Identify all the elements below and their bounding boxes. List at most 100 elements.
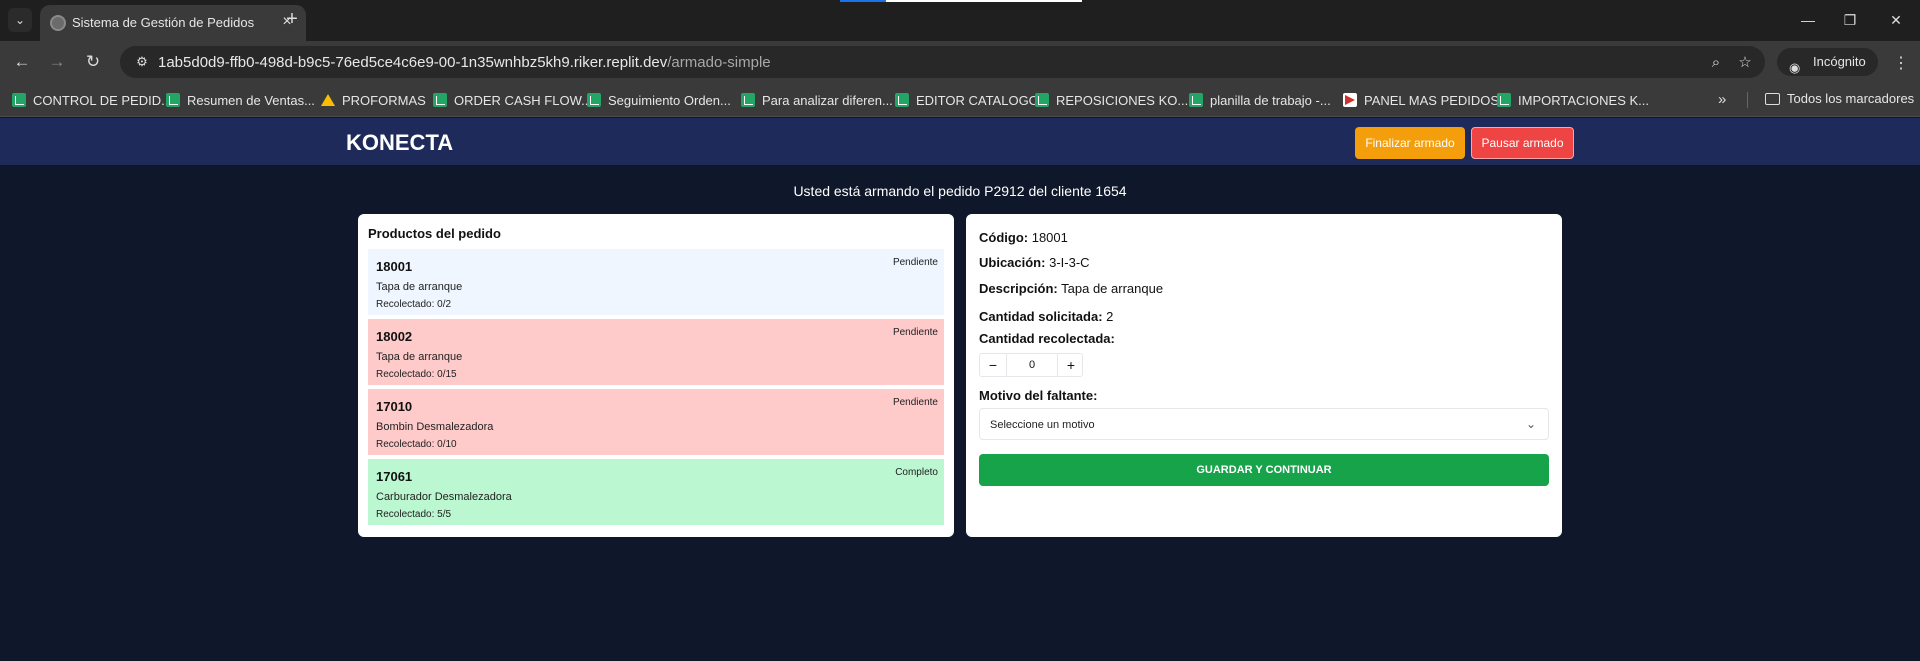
bookmark-label: EDITOR CATALOGO [916, 92, 1039, 108]
new-tab-icon[interactable]: + [282, 8, 302, 30]
sheets-icon [166, 93, 180, 107]
drive-icon [321, 94, 335, 106]
bookmark-label: PANEL MAS PEDIDOS [1364, 92, 1500, 108]
url-path: /armado-simple [667, 54, 771, 71]
location-field: Ubicación: 3-I-3-C [979, 255, 1090, 270]
product-description: Bombin Desmalezadora [376, 421, 494, 433]
app-header: KONECTA Finalizar armado Pausar armado [0, 118, 1920, 165]
description-value: Tapa de arranque [1061, 281, 1164, 296]
tab-search-icon[interactable]: ⌄ [8, 8, 32, 32]
product-item[interactable]: 17010 Bombin Desmalezadora Recolectado: … [368, 389, 944, 455]
browser-menu-icon[interactable]: ⋮ [1893, 53, 1909, 73]
product-item[interactable]: 18001 Tapa de arranque Recolectado: 0/2 … [368, 249, 944, 315]
product-status: Pendiente [892, 397, 938, 408]
close-window-icon[interactable]: ✕ [1884, 8, 1908, 32]
order-notice: Usted está armando el pedido P2912 del c… [793, 183, 1127, 199]
product-code: 18001 [376, 259, 413, 274]
bookmark-item[interactable]: PANEL MAS PEDIDOS [1343, 91, 1499, 109]
product-status: Completo [895, 467, 938, 478]
back-icon[interactable]: ← [11, 51, 33, 73]
sheets-icon [587, 93, 601, 107]
browser-toolbar: ← → ↻ ⚙ 1ab5d0d9-ffb0-498d-b9c5-76ed5ce4… [0, 41, 1920, 83]
reason-select-value: Seleccione un motivo [990, 419, 1095, 431]
globe-icon [50, 15, 66, 31]
brand-logo: KONECTA [346, 130, 454, 155]
bookmark-item[interactable]: Seguimiento Orden... [587, 91, 731, 109]
panel-icon [1343, 93, 1357, 107]
bookmark-item[interactable]: EDITOR CATALOGO [895, 91, 1039, 109]
sheets-icon [1035, 93, 1049, 107]
collected-field: Cantidad recolectada: [979, 331, 1115, 346]
zoom-icon[interactable]: ⌕ [1706, 52, 1726, 72]
bookmark-item[interactable]: Resumen de Ventas... [166, 91, 315, 109]
all-bookmarks-label: Todos los marcadores [1787, 91, 1915, 106]
increment-button[interactable]: + [1058, 354, 1084, 376]
bookmark-item[interactable]: ORDER CASH FLOW... [433, 91, 592, 109]
reason-select[interactable]: Seleccione un motivo ⌄ [979, 408, 1549, 440]
bookmarks-divider [1747, 92, 1748, 108]
bookmark-item[interactable]: CONTROL DE PEDID... [12, 91, 172, 109]
url-text[interactable]: 1ab5d0d9-ffb0-498d-b9c5-76ed5ce4c6e9-00-… [158, 54, 771, 71]
url-host: 1ab5d0d9-ffb0-498d-b9c5-76ed5ce4c6e9-00-… [158, 54, 668, 71]
decrement-button[interactable]: − [980, 354, 1006, 376]
product-status: Pendiente [892, 327, 938, 338]
product-item[interactable]: 18002 Tapa de arranque Recolectado: 0/15… [368, 319, 944, 385]
product-collected: Recolectado: 0/15 [376, 369, 457, 380]
all-bookmarks-folder[interactable]: Todos los marcadores [1765, 91, 1914, 106]
requested-value: 2 [1106, 309, 1114, 324]
bookmark-label: REPOSICIONES KO... [1056, 92, 1189, 108]
site-info-icon[interactable]: ⚙ [134, 54, 150, 70]
location-value: 3-I-3-C [1049, 255, 1090, 270]
bookmark-label: IMPORTACIONES K... [1518, 92, 1649, 108]
incognito-badge[interactable]: ◉ Incógnito [1777, 48, 1878, 76]
product-collected: Recolectado: 0/10 [376, 439, 457, 450]
bookmarks-bar: CONTROL DE PEDID... Resumen de Ventas...… [0, 83, 1920, 117]
incognito-label: Incógnito [1813, 54, 1866, 69]
pause-picking-button[interactable]: Pausar armado [1471, 127, 1574, 159]
sheets-icon [741, 93, 755, 107]
product-detail-panel: Código: 18001 Ubicación: 3-I-3-C Descrip… [966, 214, 1562, 537]
save-continue-button[interactable]: GUARDAR Y CONTINUAR [979, 454, 1549, 486]
bookmark-item[interactable]: PROFORMAS [321, 91, 426, 109]
code-field: Código: 18001 [979, 230, 1068, 245]
description-field: Descripción: Tapa de arranque [979, 281, 1163, 296]
more-bookmarks-icon[interactable]: » [1718, 91, 1726, 108]
sheets-icon [1497, 93, 1511, 107]
product-code: 17010 [376, 399, 413, 414]
forward-icon[interactable]: → [46, 51, 68, 73]
products-title: Productos del pedido [368, 226, 501, 241]
requested-label: Cantidad solicitada: [979, 309, 1103, 324]
quantity-input[interactable]: 0 [1006, 354, 1058, 376]
bookmark-item[interactable]: Para analizar diferen... [741, 91, 893, 109]
bookmark-label: PROFORMAS [342, 92, 426, 108]
tab-strip-accent [840, 0, 886, 2]
minimize-icon[interactable]: — [1796, 8, 1820, 32]
sheets-icon [1189, 93, 1203, 107]
reason-field: Motivo del faltante: [979, 388, 1097, 403]
product-code: 18002 [376, 329, 413, 344]
address-bar[interactable]: ⚙ 1ab5d0d9-ffb0-498d-b9c5-76ed5ce4c6e9-0… [120, 46, 1765, 78]
products-panel: Productos del pedido 18001 Tapa de arran… [358, 214, 954, 537]
finish-picking-button[interactable]: Finalizar armado [1355, 127, 1465, 159]
product-description: Carburador Desmalezadora [376, 491, 512, 503]
bookmark-item[interactable]: IMPORTACIONES K... [1497, 91, 1649, 109]
product-code: 17061 [376, 469, 413, 484]
code-label: Código: [979, 230, 1029, 245]
browser-tab[interactable]: Sistema de Gestión de Pedidos × [40, 5, 306, 41]
bookmark-label: Resumen de Ventas... [187, 92, 315, 108]
tab-title: Sistema de Gestión de Pedidos [72, 15, 255, 30]
bookmark-item[interactable]: planilla de trabajo -... [1189, 91, 1331, 109]
product-collected: Recolectado: 5/5 [376, 509, 452, 520]
sheets-icon [895, 93, 909, 107]
bookmark-star-icon[interactable]: ☆ [1735, 52, 1755, 72]
product-status: Pendiente [892, 257, 938, 268]
product-description: Tapa de arranque [376, 281, 463, 293]
product-collected: Recolectado: 0/2 [376, 299, 452, 310]
tab-strip-highlight [886, 0, 1082, 2]
product-item[interactable]: 17061 Carburador Desmalezadora Recolecta… [368, 459, 944, 525]
sheets-icon [433, 93, 447, 107]
restore-icon[interactable]: ❐ [1838, 8, 1862, 32]
bookmark-label: CONTROL DE PEDID... [33, 92, 172, 108]
reload-icon[interactable]: ↻ [82, 51, 104, 73]
bookmark-item[interactable]: REPOSICIONES KO... [1035, 91, 1188, 109]
